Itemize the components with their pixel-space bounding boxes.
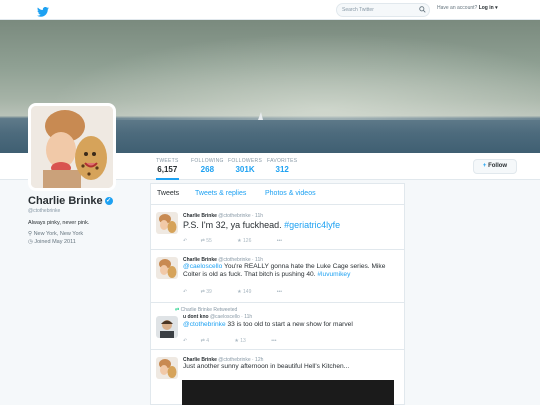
location-row: ⚲ New York, New York	[28, 231, 138, 237]
search-input[interactable]: Search Twitter	[336, 3, 430, 17]
stat-label: TWEETS	[156, 158, 179, 164]
retweet-note-text: Charlie Brinke Retweeted	[180, 307, 238, 313]
retweet-count: 55	[206, 238, 212, 244]
retweet-count: 39	[206, 289, 212, 295]
mention-link[interactable]: @caeloscello	[183, 263, 222, 270]
retweet-button[interactable]: ⇄ 39	[201, 289, 224, 295]
stat-label: FAVORITES	[267, 158, 298, 164]
stat-label: FOLLOWING	[191, 158, 224, 164]
avatar[interactable]	[28, 103, 116, 191]
profile-card: Charlie Brinke ✓ @ctothebrinke Always pin…	[28, 195, 138, 247]
retweet-note: ⇄ Charlie Brinke Retweeted	[175, 307, 237, 313]
tweet-handle[interactable]: @caeloscello · 11h	[210, 314, 252, 320]
favorite-count: 13	[240, 338, 246, 344]
favorite-button[interactable]: ★ 13	[234, 338, 257, 344]
tweet-header: u dont kno @caeloscello · 11h	[183, 314, 252, 320]
favorite-count: 149	[243, 289, 252, 295]
tweet-media-image[interactable]	[182, 380, 394, 405]
tab-photos-videos[interactable]: Photos & videos	[265, 190, 316, 197]
profile-joined: Joined May 2011	[34, 239, 76, 245]
profile-meta: ⚲ New York, New York ◷ Joined May 2011	[28, 231, 138, 245]
tweet-text: Just another sunny afternoon in beautifu…	[183, 363, 401, 371]
verified-icon: ✓	[104, 197, 113, 206]
tab-tweets[interactable]: Tweets	[157, 190, 179, 197]
search-icon[interactable]	[419, 6, 426, 15]
profile-name-row: Charlie Brinke ✓	[28, 195, 138, 207]
stat-label: FOLLOWERS	[228, 158, 263, 164]
stat-value: 268	[200, 165, 215, 174]
top-bar: Search Twitter Have an account? Log in ▾	[0, 0, 540, 20]
tweet-item[interactable]: Charlie Brinke @ctothebrinke · 11h P.S. …	[151, 206, 404, 250]
tweet-author[interactable]: u dont kno	[183, 314, 209, 320]
more-icon[interactable]: •••	[277, 289, 282, 295]
joined-row: ◷ Joined May 2011	[28, 239, 138, 245]
hashtag-link[interactable]: #geriatric4lyfe	[284, 220, 340, 230]
add-user-icon: +	[482, 163, 487, 169]
favorite-button[interactable]: ★ 149	[237, 289, 263, 295]
tweet-actions: ↶ ⇄ 55 ★ 126 •••	[183, 238, 294, 244]
tweet-body: P.S. I'm 32, ya fuckhead.	[183, 220, 285, 230]
login-prefix: Have an account?	[437, 5, 478, 11]
tweet-actions: ↶ ⇄ 4 ★ 13 •••	[183, 338, 288, 344]
retweet-button[interactable]: ⇄ 4	[201, 338, 221, 344]
stat-value: 6,157	[157, 165, 178, 174]
more-icon[interactable]: •••	[271, 338, 276, 344]
tweet-body: Just another sunny afternoon in beautifu…	[183, 363, 350, 370]
tweet-text: P.S. I'm 32, ya fuckhead. #geriatric4lyf…	[183, 220, 401, 231]
timeline: Tweets Tweets & replies Photos & videos …	[150, 183, 405, 405]
tweet-actions: ↶ ⇄ 39 ★ 149 •••	[183, 289, 294, 295]
tweet-avatar[interactable]	[156, 316, 178, 338]
tab-tweets-replies[interactable]: Tweets & replies	[195, 190, 246, 197]
stat-followers[interactable]: FOLLOWERS 301K	[228, 158, 262, 174]
sailboat-image	[258, 112, 263, 120]
tweet-item[interactable]: Charlie Brinke @ctothebrinke · 11h @cael…	[151, 251, 404, 303]
profile-name[interactable]: Charlie Brinke	[28, 195, 103, 207]
stat-value: 312	[275, 165, 289, 174]
profile-bio: Always pinky, never pink.	[28, 220, 90, 226]
mention-link[interactable]: @ctothebrinke	[183, 321, 226, 328]
profile-location: New York, New York	[33, 231, 84, 237]
tweet-author[interactable]: Charlie Brinke	[183, 213, 217, 219]
favorite-count: 126	[243, 238, 252, 244]
login-link[interactable]: Log in ▾	[479, 5, 498, 11]
tweet-text: @caeloscello You're REALLY gonna hate th…	[183, 263, 401, 279]
reply-icon[interactable]: ↶	[183, 338, 187, 344]
timeline-tabs: Tweets Tweets & replies Photos & videos	[151, 184, 404, 205]
favorite-button[interactable]: ★ 126	[237, 238, 263, 244]
reply-icon[interactable]: ↶	[183, 238, 187, 244]
calendar-icon: ◷	[28, 239, 33, 245]
retweeted-icon: ⇄	[175, 307, 180, 313]
search-placeholder: Search Twitter	[342, 7, 374, 13]
retweet-count: 4	[206, 338, 209, 344]
follow-button[interactable]: + Follow	[473, 159, 517, 174]
tweet-handle[interactable]: @ctothebrinke · 11h	[218, 213, 263, 219]
stat-tweets[interactable]: TWEETS 6,157	[156, 158, 179, 180]
tweet-avatar[interactable]	[156, 257, 178, 279]
stat-favorites[interactable]: FAVORITES 312	[267, 158, 297, 174]
follow-label: Follow	[488, 163, 508, 169]
hashtag-link[interactable]: #luvumikey	[317, 271, 350, 278]
tweet-text: @ctothebrinke 33 is too old to start a n…	[183, 321, 401, 329]
retweet-button[interactable]: ⇄ 55	[201, 238, 224, 244]
login-prompt: Have an account? Log in ▾	[437, 5, 498, 11]
stat-value: 301K	[235, 165, 255, 174]
tweet-body: 33 is too old to start a new show for ma…	[225, 321, 353, 328]
tweet-avatar[interactable]	[156, 357, 178, 379]
tweet-avatar[interactable]	[156, 212, 178, 234]
tweet-header: Charlie Brinke @ctothebrinke · 11h	[183, 213, 263, 219]
profile-handle[interactable]: @ctothebrinke	[28, 208, 138, 214]
stat-following[interactable]: FOLLOWING 268	[191, 158, 224, 174]
more-icon[interactable]: •••	[277, 238, 282, 244]
tweet-item[interactable]: ⇄ Charlie Brinke Retweeted u dont kno @c…	[151, 304, 404, 350]
reply-icon[interactable]: ↶	[183, 289, 187, 295]
location-icon: ⚲	[28, 231, 33, 237]
